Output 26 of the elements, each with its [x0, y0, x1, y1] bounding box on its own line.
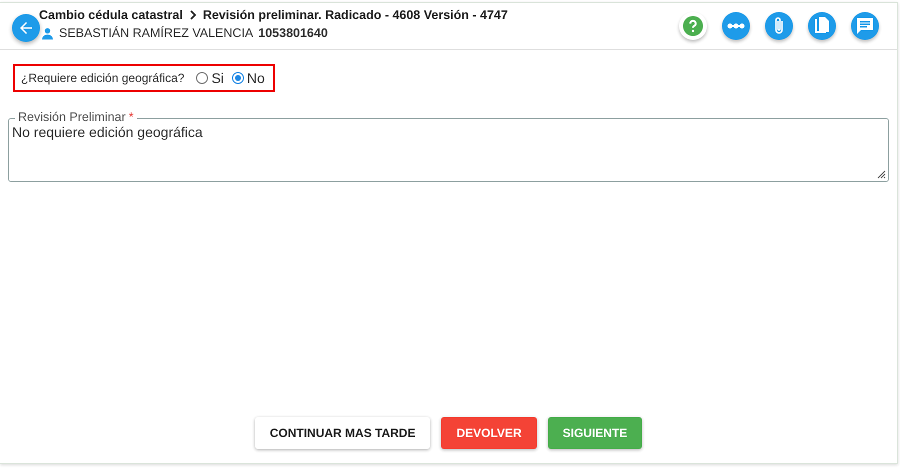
flow-button[interactable]	[722, 12, 750, 40]
person-icon	[41, 26, 54, 40]
help-icon	[683, 16, 703, 36]
paperclip-icon	[773, 16, 785, 36]
radio-option[interactable]: Si	[196, 70, 224, 86]
user-name: SEBASTIÁN RAMÍREZ VALENCIA	[59, 26, 254, 40]
later-button[interactable]: CONTINUAR MAS TARDE	[254, 417, 430, 449]
user-id: 1053801640	[258, 26, 328, 40]
attach-button[interactable]	[765, 12, 793, 40]
return-button[interactable]: DEVOLVER	[441, 417, 537, 449]
breadcrumb-item: Cambio cédula catastral	[39, 8, 183, 22]
field-label: Revisión Preliminar	[18, 110, 126, 124]
connected-dots-icon	[727, 23, 745, 29]
copy-button[interactable]	[808, 12, 836, 40]
resize-handle-icon[interactable]	[876, 169, 886, 179]
comment-button[interactable]	[851, 12, 879, 40]
comment-icon	[856, 17, 874, 35]
field-value: No requiere edición geográfica	[12, 124, 203, 140]
radio-option[interactable]: No	[232, 70, 265, 86]
chevron-icon	[188, 10, 198, 20]
back-button[interactable]	[12, 14, 40, 42]
help-button[interactable]	[679, 12, 707, 40]
copy-icon	[814, 17, 830, 35]
required-mark: *	[128, 110, 134, 124]
question-label: ¿Requiere edición geográfica?	[21, 71, 184, 85]
breadcrumb-item: Revisión preliminar. Radicado - 4608 Versión - 4747	[202, 8, 508, 22]
